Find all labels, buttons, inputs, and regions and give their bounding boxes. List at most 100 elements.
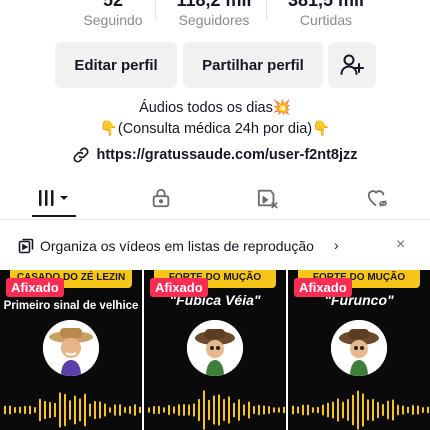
waveform-bar <box>223 398 225 422</box>
waveform-bar <box>302 404 304 416</box>
waveform-bar <box>198 398 200 422</box>
playlist-icon <box>18 238 34 254</box>
likes-label: Curtidas <box>299 12 353 28</box>
person-add-icon <box>340 54 364 75</box>
waveform-bar <box>228 396 230 424</box>
waveform-bar <box>168 404 170 416</box>
waveform-bar <box>9 405 11 415</box>
videos-grid-icon <box>39 190 68 206</box>
waveform-bar <box>89 403 91 417</box>
waveform-bar <box>218 394 220 426</box>
waveform-bar <box>74 395 76 425</box>
waveform-bar <box>402 405 404 415</box>
waveform-bar <box>357 390 359 430</box>
waveform-bar <box>44 400 46 420</box>
avatar <box>331 320 387 376</box>
waveform-bar <box>69 400 71 420</box>
waveform-bar <box>163 407 165 413</box>
waveform-bar <box>148 407 150 413</box>
waveform-bar <box>342 401 344 419</box>
waveform-bar <box>173 406 175 414</box>
waveform-bar <box>317 406 319 414</box>
audio-waveform <box>148 390 285 430</box>
waveform-bar <box>84 393 86 427</box>
waveform-bar <box>422 406 424 414</box>
followers-count: 118,2 mil <box>176 0 252 10</box>
waveform-bar <box>367 399 369 421</box>
waveform-bar <box>29 405 31 415</box>
waveform-bar <box>427 406 429 414</box>
profile-tabs <box>0 178 430 220</box>
lock-icon <box>152 188 170 208</box>
video-thumbnail[interactable]: FORTE DO MUÇÃO Afixado "Fubica Véia" <box>144 270 286 430</box>
likes-count: 381,5 mil <box>287 0 365 10</box>
waveform-bar <box>14 406 16 414</box>
pinned-badge: Afixado <box>150 278 208 297</box>
waveform-bar <box>94 400 96 420</box>
waveform-bar <box>188 404 190 416</box>
waveform-bar <box>243 404 245 416</box>
waveform-bar <box>34 407 36 413</box>
audio-waveform <box>292 390 429 430</box>
tab-private[interactable] <box>136 178 186 218</box>
waveform-bar <box>178 404 180 416</box>
waveform-bar <box>332 401 334 419</box>
video-subtitle: Primeiro sinal de velhice <box>3 300 139 312</box>
waveform-bar <box>158 405 160 415</box>
waveform-bar <box>407 406 409 414</box>
profile-stats: 52 Seguindo 118,2 mil Seguidores 381,5 m… <box>0 0 430 32</box>
waveform-bar <box>248 401 250 419</box>
chevron-right-icon: › <box>334 237 339 253</box>
waveform-bar <box>273 407 275 413</box>
video-grid: CASADO DO ZÉ LEZIN Afixado Primeiro sina… <box>0 270 430 430</box>
waveform-bar <box>362 393 364 427</box>
waveform-bar <box>208 399 210 421</box>
waveform-bar <box>124 406 126 414</box>
waveform-bar <box>392 399 394 421</box>
waveform-bar <box>417 405 419 415</box>
video-thumbnail[interactable]: CASADO DO ZÉ LEZIN Afixado Primeiro sina… <box>0 270 142 430</box>
waveform-bar <box>322 404 324 416</box>
waveform-bar <box>337 398 339 422</box>
tab-liked[interactable] <box>352 178 402 218</box>
waveform-bar <box>382 404 384 416</box>
playlist-banner[interactable]: Organiza os vídeos em listas de reproduç… <box>0 232 430 260</box>
waveform-bar <box>59 392 61 428</box>
bio-line-1: Áudios todos os dias💥 <box>139 100 291 116</box>
audio-waveform <box>4 392 141 428</box>
add-friend-button[interactable] <box>328 42 376 88</box>
waveform-bar <box>39 398 41 422</box>
waveform-bar <box>258 404 260 416</box>
waveform-bar <box>49 401 51 419</box>
waveform-bar <box>203 390 205 430</box>
share-profile-button[interactable]: Partilhar perfil <box>183 42 323 88</box>
pinned-badge: Afixado <box>294 278 352 297</box>
followers-label: Seguidores <box>178 12 250 28</box>
waveform-bar <box>377 401 379 419</box>
edit-profile-button[interactable]: Editar perfil <box>55 42 177 88</box>
close-icon[interactable]: × <box>396 236 405 254</box>
liked-hidden-icon <box>367 190 387 207</box>
bio-link-text: https://gratussaude.com/user-f2nt8jzz <box>96 147 358 163</box>
tab-videos[interactable] <box>28 178 78 218</box>
bio-line-2: 👇(Consulta médica 24h por dia)👇 <box>99 121 331 137</box>
stat-likes[interactable]: 381,5 mil Curtidas <box>266 0 386 28</box>
tab-reposts[interactable] <box>243 178 293 218</box>
bio-link[interactable]: https://gratussaude.com/user-f2nt8jzz <box>0 146 430 164</box>
waveform-bar <box>139 406 141 414</box>
waveform-bar <box>387 400 389 420</box>
avatar <box>187 320 243 376</box>
waveform-bar <box>268 405 270 415</box>
reposts-icon <box>257 189 278 209</box>
waveform-bar <box>307 404 309 416</box>
waveform-bar <box>99 401 101 419</box>
waveform-bar <box>183 404 185 416</box>
stat-followers[interactable]: 118,2 mil Seguidores <box>154 0 274 28</box>
video-thumbnail[interactable]: FORTE DO MUÇÃO Afixado "Furunco" <box>288 270 430 430</box>
waveform-bar <box>19 406 21 414</box>
waveform-bar <box>54 402 56 418</box>
waveform-bar <box>312 407 314 413</box>
waveform-bar <box>372 398 374 422</box>
waveform-bar <box>24 405 26 415</box>
waveform-bar <box>278 407 280 413</box>
